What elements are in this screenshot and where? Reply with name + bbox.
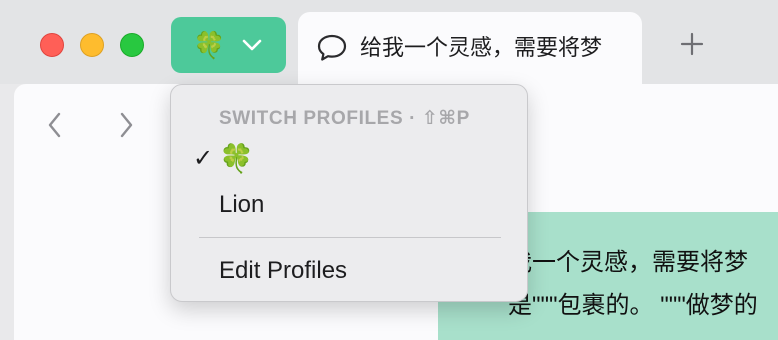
title-bar: 🍀 给我一个灵感，需要将梦 bbox=[0, 0, 778, 84]
close-window-button[interactable] bbox=[40, 33, 64, 57]
maximize-window-button[interactable] bbox=[120, 33, 144, 57]
forward-chevron-right-icon[interactable] bbox=[117, 110, 135, 145]
tab-active[interactable]: 给我一个灵感，需要将梦 bbox=[298, 12, 642, 84]
message-line-1: 我一个灵感，需要将梦 bbox=[508, 249, 748, 276]
menu-item-label: Lion bbox=[219, 191, 265, 218]
checkmark-icon: ✓ bbox=[193, 145, 214, 172]
menu-separator bbox=[199, 237, 501, 238]
menu-item-clover-profile[interactable]: ✓ 🍀 bbox=[179, 141, 519, 177]
profile-switcher-button[interactable]: 🍀 bbox=[171, 17, 286, 73]
new-tab-plus-icon[interactable] bbox=[678, 30, 706, 58]
minimize-window-button[interactable] bbox=[80, 33, 104, 57]
chevron-down-icon bbox=[241, 37, 263, 58]
message-line-2: 是"""包裹的。 """做梦的 bbox=[508, 292, 758, 319]
four-leaf-clover-icon: 🍀 bbox=[193, 30, 226, 60]
tab-title: 给我一个灵感，需要将梦 bbox=[360, 35, 603, 60]
menu-header: SWITCH PROFILES · ⇧⌘P bbox=[219, 108, 470, 129]
back-chevron-left-icon[interactable] bbox=[46, 110, 64, 145]
four-leaf-clover-icon: 🍀 bbox=[219, 143, 254, 174]
profiles-menu: SWITCH PROFILES · ⇧⌘P ✓ 🍀 Lion Edit Prof… bbox=[170, 84, 528, 302]
menu-item-edit-profiles[interactable]: Edit Profiles bbox=[179, 253, 519, 289]
chat-bubble-icon bbox=[316, 33, 348, 68]
menu-item-label: Edit Profiles bbox=[219, 257, 348, 284]
menu-item-lion-profile[interactable]: Lion bbox=[179, 187, 519, 223]
